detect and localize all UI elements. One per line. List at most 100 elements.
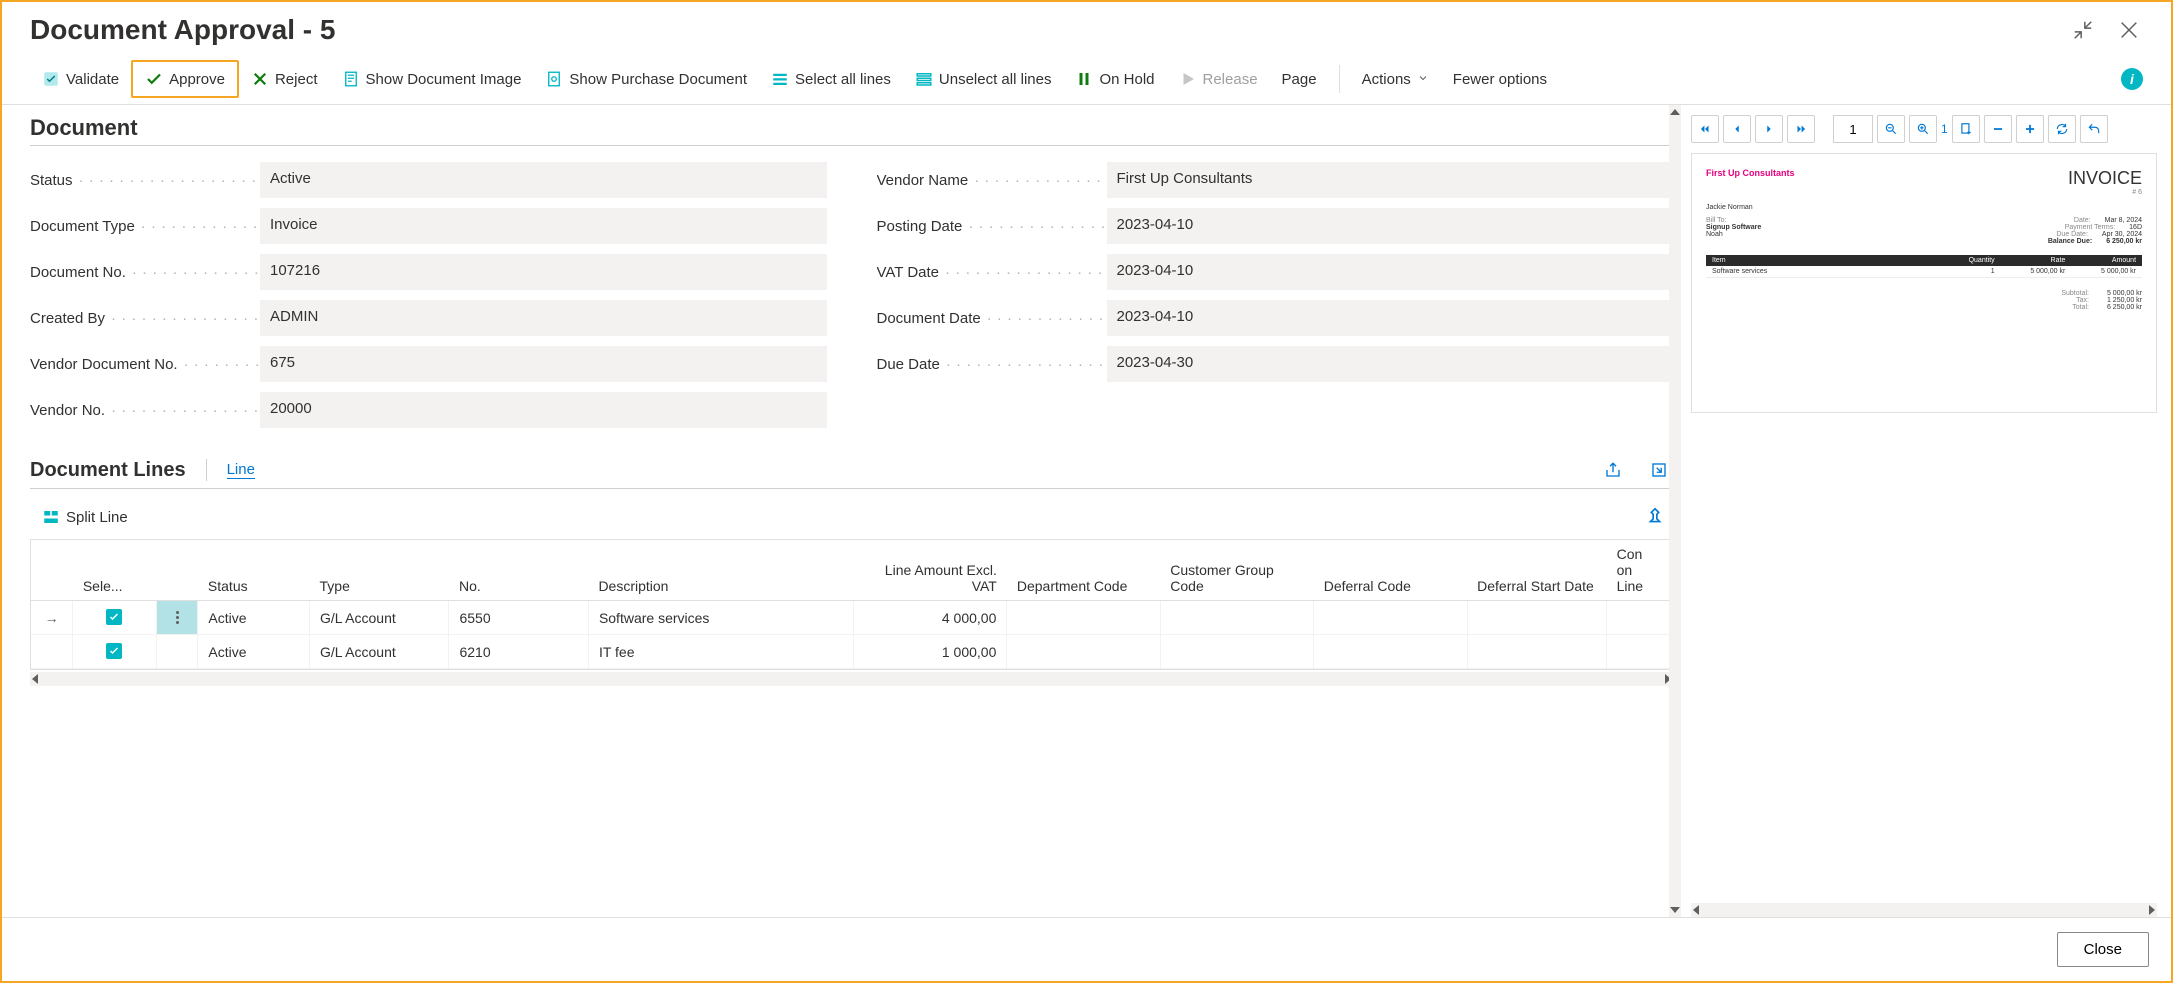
modal-window: Document Approval - 5 Validate Approve R… xyxy=(0,0,2173,983)
preview-contact: Jackie Norman xyxy=(1706,204,2142,211)
select-all-button[interactable]: Select all lines xyxy=(759,62,903,96)
show-image-button[interactable]: Show Document Image xyxy=(330,62,534,96)
cell-no: 6550 xyxy=(449,601,588,635)
row-menu-icon[interactable] xyxy=(156,601,198,635)
cell-type: G/L Account xyxy=(310,635,449,669)
pin-icon[interactable] xyxy=(1641,503,1669,531)
cell-type: G/L Account xyxy=(310,601,449,635)
cell-dept xyxy=(1007,601,1160,635)
preview-terms-value: 16D xyxy=(2129,224,2142,231)
row-checkbox[interactable] xyxy=(73,601,156,635)
document-image-icon xyxy=(342,70,360,88)
status-label: Status xyxy=(30,172,260,189)
info-badge-icon[interactable]: i xyxy=(2121,68,2143,90)
plus-icon[interactable] xyxy=(2016,115,2044,143)
col-type[interactable]: Type xyxy=(310,540,449,601)
validate-button[interactable]: Validate xyxy=(30,62,131,96)
minus-icon[interactable] xyxy=(1984,115,2012,143)
preview-due-label: Due Date: xyxy=(2056,231,2088,238)
undo-icon[interactable] xyxy=(2080,115,2108,143)
fewer-options-button[interactable]: Fewer options xyxy=(1441,63,1559,96)
cell-amount: 1 000,00 xyxy=(853,635,1006,669)
zoom-label: 1 xyxy=(1941,122,1948,136)
last-page-icon[interactable] xyxy=(1787,115,1815,143)
row-indicator-icon[interactable] xyxy=(31,635,73,669)
check-icon xyxy=(145,70,163,88)
vendor-name-label: Vendor Name xyxy=(877,172,1107,189)
table-row[interactable]: Active G/L Account 6210 IT fee 1 000,00 xyxy=(31,635,1672,669)
preview-bal-value: 6 250,00 kr xyxy=(2106,238,2142,245)
approve-button[interactable]: Approve xyxy=(131,60,239,98)
col-custgroup[interactable]: Customer Group Code xyxy=(1160,540,1313,601)
approve-label: Approve xyxy=(169,71,225,88)
close-button[interactable]: Close xyxy=(2057,932,2149,967)
pv-total-label: Total: xyxy=(2039,304,2089,311)
col-status[interactable]: Status xyxy=(198,540,310,601)
vendor-doc-no-label: Vendor Document No. xyxy=(30,356,260,373)
due-date-value: 2023-04-30 xyxy=(1107,346,1674,382)
posting-date-label: Posting Date xyxy=(877,218,1107,235)
unselect-all-button[interactable]: Unselect all lines xyxy=(903,62,1064,96)
split-line-button[interactable]: Split Line xyxy=(34,504,136,530)
next-page-icon[interactable] xyxy=(1755,115,1783,143)
vendor-no-label: Vendor No. xyxy=(30,402,260,419)
footer: Close xyxy=(2,917,2171,981)
col-con[interactable]: Con on Line xyxy=(1607,540,1672,601)
horizontal-scrollbar[interactable] xyxy=(30,672,1673,686)
vertical-scrollbar[interactable] xyxy=(1669,105,1681,917)
col-no[interactable]: No. xyxy=(449,540,588,601)
cell-description: IT fee xyxy=(588,635,853,669)
show-purchase-button[interactable]: Show Purchase Document xyxy=(533,62,759,96)
zoom-in-icon[interactable] xyxy=(1909,115,1937,143)
table-row[interactable]: → Active G/L Account 6550 Software servi… xyxy=(31,601,1672,635)
created-by-value: ADMIN xyxy=(260,300,827,336)
preview-due-value: Apr 30, 2024 xyxy=(2102,231,2142,238)
close-icon[interactable] xyxy=(2115,16,2143,44)
on-hold-button[interactable]: On Hold xyxy=(1063,62,1166,96)
status-value: Active xyxy=(260,162,827,198)
refresh-icon[interactable] xyxy=(2048,115,2076,143)
show-purchase-label: Show Purchase Document xyxy=(569,71,747,88)
collapse-icon[interactable] xyxy=(2069,16,2097,44)
row-checkbox[interactable] xyxy=(73,635,156,669)
page-number-input[interactable] xyxy=(1833,115,1873,143)
first-page-icon[interactable] xyxy=(1691,115,1719,143)
cell-defstart xyxy=(1467,601,1606,635)
pv-subtotal-label: Subtotal: xyxy=(2039,290,2089,297)
col-deferral[interactable]: Deferral Code xyxy=(1314,540,1467,601)
reject-label: Reject xyxy=(275,71,318,88)
col-select[interactable]: Sele... xyxy=(73,540,156,601)
document-fields: StatusActive Document TypeInvoice Docume… xyxy=(30,162,1673,428)
col-dept[interactable]: Department Code xyxy=(1007,540,1160,601)
pv-row-amt: 5 000,00 kr xyxy=(2065,268,2136,275)
lines-separator xyxy=(206,459,207,481)
created-by-label: Created By xyxy=(30,310,260,327)
show-image-label: Show Document Image xyxy=(366,71,522,88)
preview-horizontal-scrollbar[interactable] xyxy=(1691,903,2157,917)
line-link[interactable]: Line xyxy=(227,461,255,479)
actions-dropdown[interactable]: Actions xyxy=(1350,63,1441,96)
select-all-icon xyxy=(771,70,789,88)
row-indicator-icon[interactable]: → xyxy=(31,601,73,635)
share-icon[interactable] xyxy=(1599,456,1627,484)
row-menu-icon[interactable] xyxy=(156,635,198,669)
document-type-value: Invoice xyxy=(260,208,827,244)
pv-row-rate: 5 000,00 kr xyxy=(1995,268,2066,275)
page-button[interactable]: Page xyxy=(1270,63,1329,96)
reject-icon xyxy=(251,70,269,88)
preview-date-label: Date: xyxy=(2074,217,2091,224)
col-description[interactable]: Description xyxy=(588,540,853,601)
pv-row-qty: 1 xyxy=(1924,268,1995,275)
reject-button[interactable]: Reject xyxy=(239,62,330,96)
release-button[interactable]: Release xyxy=(1167,62,1270,96)
preview-title: INVOICE xyxy=(2068,168,2142,189)
col-amount[interactable]: Line Amount Excl. VAT xyxy=(853,540,1006,601)
pv-th-qty: Quantity xyxy=(1924,257,1995,264)
prev-page-icon[interactable] xyxy=(1723,115,1751,143)
new-page-icon[interactable] xyxy=(1952,115,1980,143)
col-defstart[interactable]: Deferral Start Date xyxy=(1467,540,1606,601)
release-label: Release xyxy=(1203,71,1258,88)
zoom-out-icon[interactable] xyxy=(1877,115,1905,143)
page-title: Document Approval - 5 xyxy=(30,14,335,46)
vendor-no-value: 20000 xyxy=(260,392,827,428)
